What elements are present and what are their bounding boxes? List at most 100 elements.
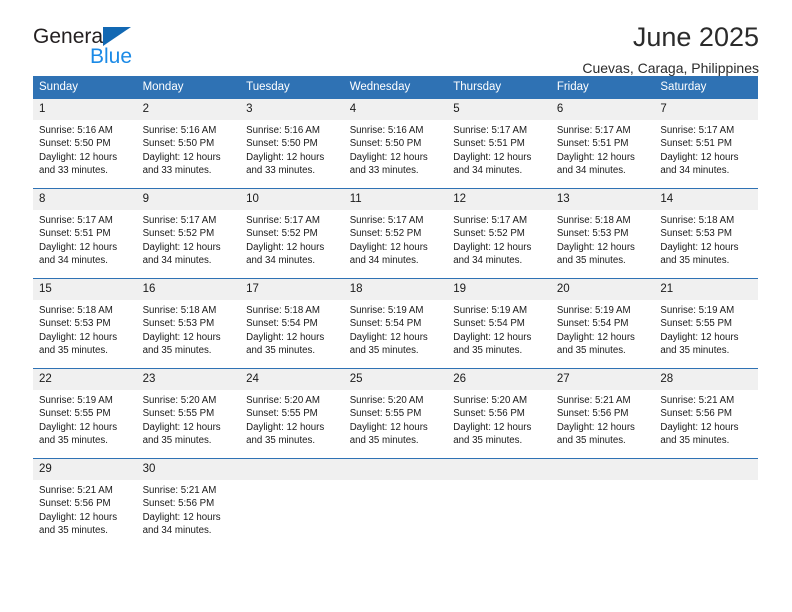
calendar-day-cell[interactable] xyxy=(654,458,758,547)
daylight-text-line1: Daylight: 12 hours xyxy=(660,421,739,433)
calendar-day-cell[interactable]: 23 Sunrise: 5:20 AM Sunset: 5:55 PM Dayligh… xyxy=(136,368,241,459)
sunrise-text: Sunrise: 5:19 AM xyxy=(660,305,735,316)
day-number: 5 xyxy=(447,99,551,120)
day-details: Sunrise: 5:18 AM Sunset: 5:53 PM Daylight:… xyxy=(33,300,137,357)
day-number: 14 xyxy=(654,189,758,210)
day-number: 1 xyxy=(33,99,137,120)
sunset-text: Sunset: 5:53 PM xyxy=(142,318,215,330)
day-details: Sunrise: 5:20 AM Sunset: 5:55 PM Daylight:… xyxy=(344,390,448,447)
day-details: Sunrise: 5:19 AM Sunset: 5:55 PM Daylight:… xyxy=(654,300,758,357)
day-number xyxy=(550,459,655,480)
day-details: Sunrise: 5:17 AM Sunset: 5:51 PM Daylight:… xyxy=(654,120,758,177)
sunset-text: Sunset: 5:55 PM xyxy=(660,318,732,330)
sunset-text: Sunset: 5:54 PM xyxy=(246,318,318,330)
daylight-text-line1: Daylight: 12 hours xyxy=(142,151,221,163)
daylight-text-line1: Daylight: 12 hours xyxy=(453,241,532,253)
calendar-day-cell[interactable]: 16 Sunrise: 5:18 AM Sunset: 5:53 PM Dayligh… xyxy=(136,278,241,369)
page-header: General Blue June 2025 Cuevas, Caraga, P… xyxy=(33,0,759,76)
daylight-text-line2: and 34 minutes. xyxy=(349,254,419,266)
generalblue-logo[interactable]: General Blue xyxy=(33,25,233,77)
daylight-text-line2: and 34 minutes. xyxy=(556,164,626,176)
daylight-text-line1: Daylight: 12 hours xyxy=(556,151,635,163)
calendar-day-cell[interactable] xyxy=(447,458,551,547)
sunset-text: Sunset: 5:52 PM xyxy=(142,228,215,240)
daylight-text-line1: Daylight: 12 hours xyxy=(349,151,428,163)
sunrise-text: Sunrise: 5:18 AM xyxy=(39,305,113,316)
calendar-day-cell[interactable]: 10 Sunrise: 5:17 AM Sunset: 5:52 PM Dayligh… xyxy=(240,188,344,279)
calendar-day-cell[interactable]: 2 Sunrise: 5:16 AM Sunset: 5:50 PM Daylight… xyxy=(136,98,241,189)
weekday-header-sunday: Sunday xyxy=(33,76,137,99)
day-details xyxy=(551,480,655,484)
daylight-text-line2: and 33 minutes. xyxy=(142,164,212,176)
calendar-day-cell[interactable]: 8 Sunrise: 5:17 AM Sunset: 5:51 PM Daylight… xyxy=(33,188,137,279)
calendar-day-cell[interactable]: 18 Sunrise: 5:19 AM Sunset: 5:54 PM Dayligh… xyxy=(343,278,448,369)
day-details: Sunrise: 5:17 AM Sunset: 5:52 PM Daylight:… xyxy=(240,210,344,267)
sunrise-text: Sunrise: 5:19 AM xyxy=(349,305,424,316)
day-details: Sunrise: 5:17 AM Sunset: 5:51 PM Daylight:… xyxy=(551,120,655,177)
calendar-day-cell[interactable]: 30 Sunrise: 5:21 AM Sunset: 5:56 PM Dayligh… xyxy=(136,458,241,547)
calendar-day-cell[interactable]: 3 Sunrise: 5:16 AM Sunset: 5:50 PM Daylight… xyxy=(240,98,344,189)
sunrise-text: Sunrise: 5:18 AM xyxy=(142,305,217,316)
sunset-text: Sunset: 5:50 PM xyxy=(142,138,215,150)
day-number: 7 xyxy=(654,99,758,120)
sunset-text: Sunset: 5:52 PM xyxy=(349,228,422,240)
calendar-day-cell[interactable]: 27 Sunrise: 5:21 AM Sunset: 5:56 PM Dayligh… xyxy=(550,368,655,459)
weekday-header-wednesday: Wednesday xyxy=(343,76,448,99)
day-number xyxy=(343,459,448,480)
calendar-day-cell[interactable]: 29 Sunrise: 5:21 AM Sunset: 5:56 PM Dayligh… xyxy=(33,458,137,547)
sunrise-text: Sunrise: 5:20 AM xyxy=(453,395,528,406)
daylight-text-line1: Daylight: 12 hours xyxy=(39,421,118,433)
calendar-day-cell[interactable]: 26 Sunrise: 5:20 AM Sunset: 5:56 PM Dayligh… xyxy=(447,368,551,459)
calendar-day-cell[interactable]: 7 Sunrise: 5:17 AM Sunset: 5:51 PM Daylight… xyxy=(654,98,758,189)
calendar-day-cell[interactable]: 28 Sunrise: 5:21 AM Sunset: 5:56 PM Dayligh… xyxy=(654,368,758,459)
calendar-day-cell[interactable]: 15 Sunrise: 5:18 AM Sunset: 5:53 PM Dayligh… xyxy=(33,278,137,369)
sunrise-text: Sunrise: 5:17 AM xyxy=(246,215,320,226)
sunset-text: Sunset: 5:53 PM xyxy=(556,228,629,240)
calendar-day-cell[interactable]: 19 Sunrise: 5:19 AM Sunset: 5:54 PM Dayligh… xyxy=(447,278,551,369)
calendar-day-cell[interactable]: 17 Sunrise: 5:18 AM Sunset: 5:54 PM Dayligh… xyxy=(240,278,344,369)
sunrise-text: Sunrise: 5:20 AM xyxy=(246,395,320,406)
daylight-text-line2: and 33 minutes. xyxy=(349,164,419,176)
sunrise-text: Sunrise: 5:16 AM xyxy=(246,125,320,136)
daylight-text-line2: and 35 minutes. xyxy=(556,254,626,266)
calendar-day-cell[interactable]: 22 Sunrise: 5:19 AM Sunset: 5:55 PM Dayligh… xyxy=(33,368,137,459)
day-number: 21 xyxy=(654,279,758,300)
day-details: Sunrise: 5:17 AM Sunset: 5:52 PM Daylight:… xyxy=(344,210,448,267)
sunset-text: Sunset: 5:56 PM xyxy=(39,498,111,510)
sunrise-text: Sunrise: 5:18 AM xyxy=(660,215,735,226)
calendar-day-cell[interactable] xyxy=(343,458,448,547)
calendar-day-cell[interactable]: 21 Sunrise: 5:19 AM Sunset: 5:55 PM Dayligh… xyxy=(654,278,758,369)
daylight-text-line1: Daylight: 12 hours xyxy=(39,511,118,523)
calendar-day-cell[interactable] xyxy=(550,458,655,547)
sunset-text: Sunset: 5:51 PM xyxy=(39,228,111,240)
calendar-day-cell[interactable]: 14 Sunrise: 5:18 AM Sunset: 5:53 PM Dayligh… xyxy=(654,188,758,279)
daylight-text-line2: and 35 minutes. xyxy=(349,344,419,356)
daylight-text-line2: and 34 minutes. xyxy=(660,164,730,176)
calendar-day-cell[interactable]: 12 Sunrise: 5:17 AM Sunset: 5:52 PM Dayligh… xyxy=(447,188,551,279)
day-number: 23 xyxy=(136,369,241,390)
day-number: 30 xyxy=(136,459,241,480)
calendar-day-cell[interactable]: 6 Sunrise: 5:17 AM Sunset: 5:51 PM Daylight… xyxy=(550,98,655,189)
daylight-text-line1: Daylight: 12 hours xyxy=(453,151,532,163)
calendar-day-cell[interactable]: 1 Sunrise: 5:16 AM Sunset: 5:50 PM Daylight… xyxy=(33,98,137,189)
sunrise-text: Sunrise: 5:21 AM xyxy=(142,485,217,496)
sunrise-text: Sunrise: 5:21 AM xyxy=(660,395,735,406)
daylight-text-line1: Daylight: 12 hours xyxy=(556,421,635,433)
day-number: 17 xyxy=(240,279,344,300)
calendar-day-cell[interactable]: 9 Sunrise: 5:17 AM Sunset: 5:52 PM Daylight… xyxy=(136,188,241,279)
daylight-text-line1: Daylight: 12 hours xyxy=(453,421,532,433)
day-number: 28 xyxy=(654,369,758,390)
calendar-day-cell[interactable]: 11 Sunrise: 5:17 AM Sunset: 5:52 PM Dayligh… xyxy=(343,188,448,279)
calendar-day-cell[interactable] xyxy=(240,458,344,547)
calendar-day-cell[interactable]: 5 Sunrise: 5:17 AM Sunset: 5:51 PM Daylight… xyxy=(447,98,551,189)
location-subtitle: Cuevas, Caraga, Philippines xyxy=(582,60,759,76)
calendar-day-cell[interactable]: 24 Sunrise: 5:20 AM Sunset: 5:55 PM Dayligh… xyxy=(240,368,344,459)
calendar-day-cell[interactable]: 4 Sunrise: 5:16 AM Sunset: 5:50 PM Daylight… xyxy=(343,98,448,189)
daylight-text-line1: Daylight: 12 hours xyxy=(556,241,635,253)
calendar-day-cell[interactable]: 25 Sunrise: 5:20 AM Sunset: 5:55 PM Dayligh… xyxy=(343,368,448,459)
sunset-text: Sunset: 5:54 PM xyxy=(556,318,629,330)
sunset-text: Sunset: 5:50 PM xyxy=(349,138,422,150)
calendar-day-cell[interactable]: 20 Sunrise: 5:19 AM Sunset: 5:54 PM Dayligh… xyxy=(550,278,655,369)
sunrise-text: Sunrise: 5:17 AM xyxy=(556,125,631,136)
calendar-day-cell[interactable]: 13 Sunrise: 5:18 AM Sunset: 5:53 PM Dayligh… xyxy=(550,188,655,279)
